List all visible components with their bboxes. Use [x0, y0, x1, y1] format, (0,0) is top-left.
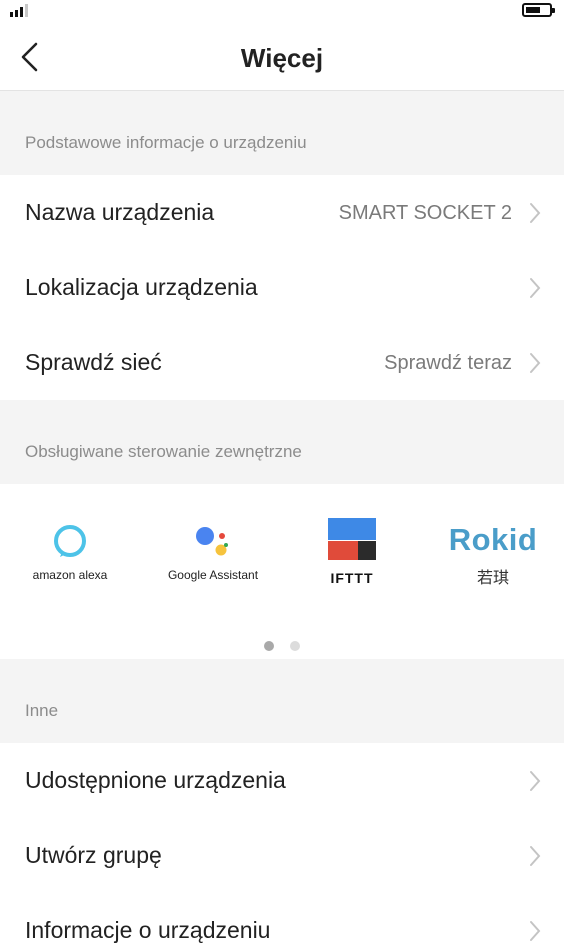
alexa-ring-icon: [54, 525, 86, 557]
chevron-right-icon: [530, 353, 541, 373]
google-assistant-icon: [196, 527, 228, 556]
integration-ifttt[interactable]: IFTTT: [310, 512, 394, 602]
section-header-external-control: Obsługiwane sterowanie zewnętrzne: [0, 400, 564, 484]
row-label: Udostępnione urządzenia: [25, 767, 286, 793]
device-location-row[interactable]: Lokalizacja urządzenia: [0, 250, 564, 325]
row-label: Informacje o urządzeniu: [25, 917, 271, 943]
rokid-logo: Rokid: [448, 522, 538, 557]
page-title: Więcej: [240, 43, 324, 73]
check-network-row[interactable]: Sprawdź sieć Sprawdź teraz: [0, 325, 564, 400]
device-name-row[interactable]: Nazwa urządzenia SMART SOCKET 2: [0, 175, 564, 250]
integration-label: IFTTT: [330, 570, 374, 586]
row-value: Sprawdź teraz: [384, 352, 512, 374]
integration-label: Google Assistant: [167, 568, 259, 582]
shared-devices-row[interactable]: Udostępnione urządzenia: [0, 743, 564, 818]
carousel-pagination: [0, 638, 564, 656]
status-bar: [0, 0, 564, 24]
row-label: Nazwa urządzenia: [25, 199, 215, 225]
integrations-carousel[interactable]: amazon alexa Google Assistant IFTTT Roki…: [0, 484, 564, 659]
signal-icon: [10, 4, 28, 17]
battery-icon: [522, 3, 555, 17]
section-header-label: Inne: [25, 701, 59, 720]
chevron-right-icon: [530, 771, 541, 791]
row-value: SMART SOCKET 2: [338, 202, 512, 224]
chevron-right-icon: [530, 846, 541, 866]
section-header-label: Obsługiwane sterowanie zewnętrzne: [25, 442, 302, 461]
pagination-dot-active[interactable]: [263, 641, 274, 651]
integration-label: amazon alexa: [32, 568, 108, 582]
chevron-right-icon: [530, 203, 541, 223]
ifttt-icon: [328, 518, 376, 560]
section-header-basic-info: Podstawowe informacje o urządzeniu: [0, 91, 564, 175]
row-label: Sprawdź sieć: [25, 349, 162, 375]
create-group-row[interactable]: Utwórz grupę: [0, 818, 564, 893]
integration-rokid[interactable]: Rokid 若琪: [434, 512, 552, 602]
integration-google-assistant[interactable]: Google Assistant: [158, 512, 268, 602]
row-label: Utwórz grupę: [25, 842, 162, 868]
row-label: Lokalizacja urządzenia: [25, 274, 258, 300]
nav-bar: Więcej: [0, 24, 564, 91]
chevron-right-icon: [530, 278, 541, 298]
integration-amazon-alexa[interactable]: amazon alexa: [20, 512, 120, 602]
section-header-label: Podstawowe informacje o urządzeniu: [25, 133, 307, 152]
integration-subtitle: 若琪: [476, 570, 509, 587]
device-info-row[interactable]: Informacje o urządzeniu: [0, 893, 564, 948]
section-header-other: Inne: [0, 659, 564, 743]
pagination-dot[interactable]: [290, 641, 301, 651]
chevron-right-icon: [530, 921, 541, 941]
